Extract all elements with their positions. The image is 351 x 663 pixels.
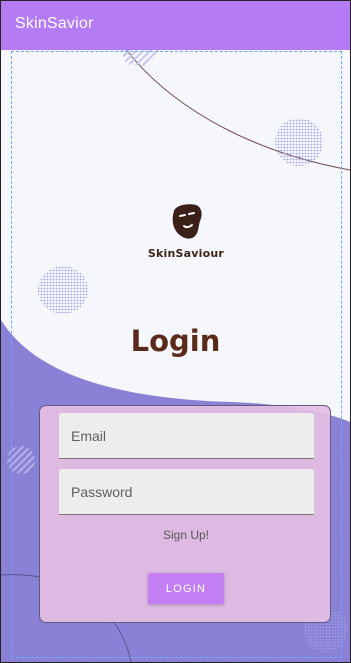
- app-bar-title: SkinSavior: [15, 15, 94, 32]
- login-button[interactable]: LOGIN: [148, 573, 224, 604]
- dotted-blob-decoration: [38, 266, 88, 314]
- password-field[interactable]: [59, 469, 314, 515]
- signup-link[interactable]: Sign Up!: [40, 528, 332, 542]
- page-title: Login: [130, 324, 221, 358]
- app-screen: SkinSavior SkinSaviour Login Email Sign …: [0, 0, 351, 663]
- email-field[interactable]: [59, 413, 314, 459]
- brand-name: SkinSaviour: [147, 247, 225, 260]
- dotted-blob-decoration: [275, 118, 323, 166]
- login-form-card: Sign Up! LOGIN: [39, 405, 331, 623]
- face-mask-icon: [166, 201, 206, 241]
- password-input[interactable]: [59, 469, 314, 514]
- app-bar: SkinSavior: [1, 1, 350, 50]
- email-input[interactable]: [59, 413, 314, 458]
- brand-logo: SkinSaviour: [141, 201, 231, 260]
